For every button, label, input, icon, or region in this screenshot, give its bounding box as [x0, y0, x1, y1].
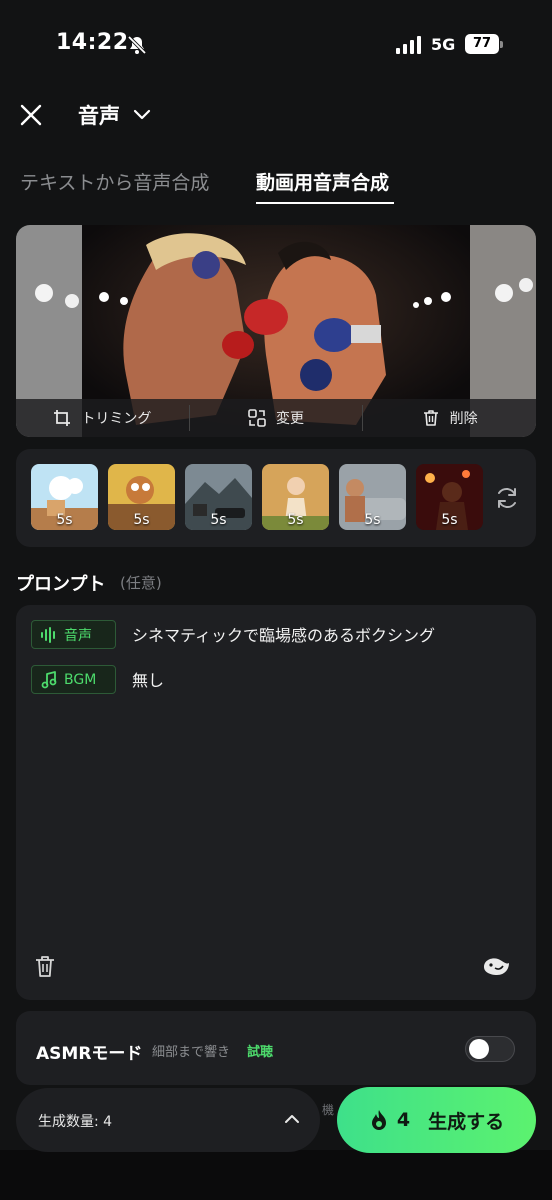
chevron-down-icon	[133, 109, 151, 120]
prompt-optional-label: (任意)	[120, 574, 162, 592]
asmr-toggle[interactable]	[465, 1036, 515, 1062]
style-thumbnail-strip: 5s 5s 5s 5s 5s 5s	[16, 449, 536, 547]
partially-hidden-text: 機	[322, 1103, 335, 1117]
asmr-preview-link[interactable]: 試聴	[247, 1041, 273, 1060]
chevron-up-icon	[285, 1115, 299, 1123]
thumbnail-duration: 5s	[133, 512, 150, 528]
bgm-prompt-text[interactable]: 無し	[132, 667, 164, 691]
asmr-title: ASMRモード	[36, 1044, 143, 1064]
voice-chip-label: 音声	[64, 627, 92, 644]
crop-icon	[54, 410, 71, 426]
generate-cost: 4	[396, 1109, 411, 1131]
change-button[interactable]: 変更	[190, 399, 363, 437]
bottom-safe-area	[0, 1150, 552, 1200]
mode-dropdown[interactable]: 音声	[78, 100, 152, 130]
delete-button[interactable]: 削除	[363, 399, 536, 437]
network-type: 5G	[431, 35, 456, 54]
voice-prompt-text[interactable]: シネマティックで臨場感のあるボクシング	[132, 622, 435, 646]
preview-toolbar: トリミング 変更 削除	[16, 399, 536, 437]
style-thumbnail[interactable]: 5s	[108, 464, 175, 530]
battery-level: 77	[465, 34, 499, 54]
generate-button[interactable]: 4 生成する	[337, 1087, 536, 1153]
deepseek-whale-icon[interactable]	[482, 955, 512, 979]
tab-active-underline	[256, 202, 394, 204]
thumbnail-duration: 5s	[287, 512, 304, 528]
tab-video-audio[interactable]: 動画用音声合成	[256, 168, 389, 195]
page-title: 音声	[78, 104, 120, 128]
video-preview[interactable]: トリミング 変更 削除	[16, 225, 536, 437]
thumbnail-duration: 5s	[56, 512, 73, 528]
style-thumbnail[interactable]: 5s	[339, 464, 406, 530]
thumbnail-duration: 5s	[210, 512, 227, 528]
flame-icon	[371, 1110, 386, 1130]
waveform-icon	[41, 626, 55, 643]
refresh-icon[interactable]	[494, 485, 520, 511]
generation-count-selector[interactable]: 生成数量: 4	[16, 1088, 320, 1152]
style-thumbnail[interactable]: 5s	[31, 464, 98, 530]
battery-tip	[500, 41, 503, 48]
bgm-chip[interactable]: BGM	[31, 665, 116, 694]
voice-chip[interactable]: 音声	[31, 620, 116, 649]
trim-button[interactable]: トリミング	[16, 399, 189, 437]
style-thumbnail[interactable]: 5s	[416, 464, 483, 530]
trash-icon	[423, 410, 438, 426]
generation-count-label: 生成数量: 4	[38, 1114, 113, 1130]
trim-label: トリミング	[81, 411, 152, 427]
asmr-subtitle: 細部まで響き	[152, 1045, 231, 1060]
thumbnail-duration: 5s	[441, 512, 458, 528]
status-bar: 14:22 5G 77	[0, 0, 552, 90]
music-note-icon	[41, 670, 57, 688]
swap-icon	[248, 409, 266, 427]
bgm-chip-label: BGM	[64, 671, 97, 688]
close-icon[interactable]	[18, 102, 44, 128]
prompt-heading: プロンプト	[16, 574, 106, 595]
generate-label: 生成する	[428, 1110, 505, 1133]
asmr-mode-card: ASMRモード 細部まで響き 試聴	[16, 1011, 536, 1085]
tab-text-to-speech[interactable]: テキストから音声合成	[20, 168, 209, 195]
signal-icon	[396, 36, 421, 54]
prompt-box[interactable]: 音声 シネマティックで臨場感のあるボクシング BGM 無し	[16, 605, 536, 1000]
change-label: 変更	[276, 411, 304, 427]
status-time: 14:22	[56, 30, 129, 55]
thumbnail-duration: 5s	[364, 512, 381, 528]
style-thumbnail[interactable]: 5s	[185, 464, 252, 530]
delete-label: 削除	[449, 411, 478, 427]
style-thumbnail[interactable]: 5s	[262, 464, 329, 530]
bell-slash-icon	[127, 35, 147, 55]
toggle-knob	[469, 1039, 489, 1059]
trash-icon[interactable]	[34, 955, 56, 979]
battery-icon: 77	[465, 34, 503, 54]
